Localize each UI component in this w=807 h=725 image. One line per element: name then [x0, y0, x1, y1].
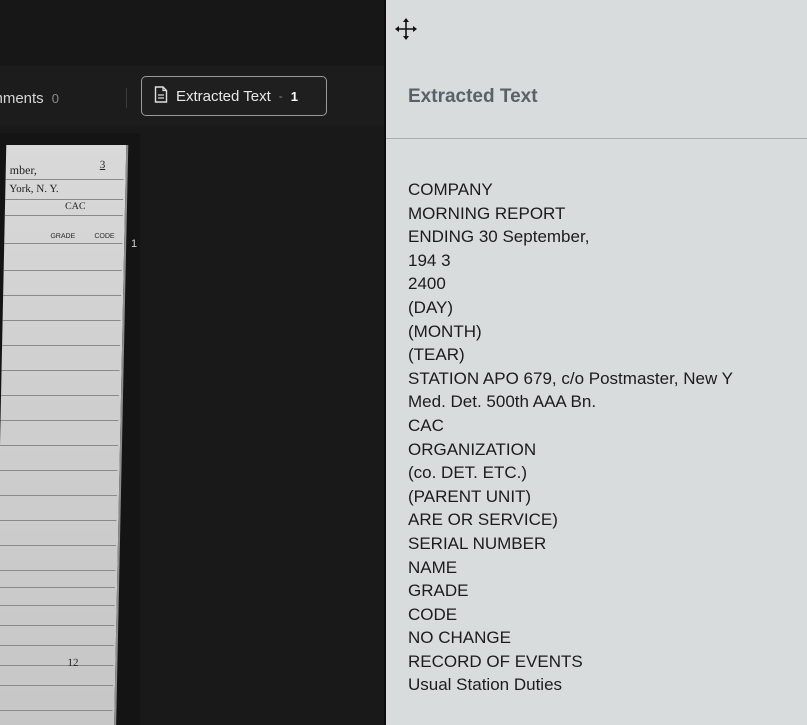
- doc-text-year: 3: [99, 159, 106, 171]
- tab-comments[interactable]: omments 0: [0, 84, 59, 112]
- extracted-text-line: MORNING REPORT: [408, 203, 566, 223]
- doc-text-date: mber,: [9, 163, 38, 177]
- doc-code-header: CODE: [94, 233, 115, 240]
- doc-rule: [0, 470, 118, 471]
- doc-rule: [4, 243, 123, 244]
- doc-rule: [0, 710, 113, 711]
- extracted-text-line: (PARENT UNIT): [408, 486, 532, 506]
- panel-header: Extracted Text: [386, 70, 807, 139]
- extracted-text-line: Med. Det. 500th AAA Bn.: [408, 392, 597, 412]
- doc-rule: [2, 320, 121, 321]
- document-page: mber, 3 York, N. Y. CAC GRADE CODE 12: [0, 145, 129, 725]
- doc-rule: [5, 179, 124, 180]
- tab-extracted-text[interactable]: Extracted Text - 1: [141, 76, 327, 116]
- extracted-text-line: SERIAL NUMBER: [408, 533, 547, 553]
- doc-rule: [3, 295, 122, 296]
- extracted-text-line: (MONTH): [408, 321, 482, 341]
- doc-rule: [0, 625, 115, 626]
- doc-rule: [0, 685, 113, 686]
- extracted-text-panel: Extracted Text COMPANY MORNING REPORT ENDI…: [386, 0, 807, 725]
- extracted-text-line: NO CHANGE: [408, 628, 511, 648]
- document-viewer: omments 0 Extracted Text - 1 mber, 3 Yor…: [0, 0, 384, 725]
- doc-rule: [2, 345, 121, 346]
- doc-text-branch: CAC: [64, 201, 86, 212]
- doc-rule: [0, 420, 119, 421]
- extracted-text-line: Usual Station Duties: [408, 675, 563, 695]
- extracted-text-line: ARE OR SERVICE): [408, 510, 558, 530]
- document-icon: [154, 85, 168, 107]
- extracted-text-line: 2400: [408, 274, 446, 294]
- extracted-text-line: ENDING 30 September,: [408, 227, 590, 247]
- viewer-top-bar: [0, 0, 384, 67]
- doc-rule: [0, 587, 116, 588]
- doc-rule: [0, 445, 119, 446]
- doc-grade-header: GRADE: [50, 233, 76, 240]
- extracted-text-line: NAME: [408, 557, 458, 577]
- move-arrows-icon[interactable]: [394, 17, 418, 41]
- tab-extracted-text-label: Extracted Text: [176, 87, 271, 105]
- doc-rule: [0, 645, 114, 646]
- extracted-text-body: COMPANY MORNING REPORT ENDING 30 September…: [408, 178, 807, 697]
- doc-rule: [5, 199, 124, 200]
- extracted-text-line: COMPANY: [408, 180, 493, 199]
- extracted-text-line: ORGANIZATION: [408, 439, 537, 459]
- doc-rule: [1, 395, 120, 396]
- tab-comments-count: 0: [51, 90, 59, 106]
- extracted-text-line: CODE: [408, 604, 458, 624]
- doc-text-value: 12: [67, 657, 79, 669]
- scanned-document-image[interactable]: mber, 3 York, N. Y. CAC GRADE CODE 12 1: [0, 133, 140, 725]
- doc-text-station: York, N. Y.: [9, 183, 59, 195]
- doc-rule: [0, 495, 117, 496]
- doc-rule: [4, 215, 123, 216]
- panel-title: Extracted Text: [408, 86, 538, 107]
- tab-count-separator: -: [278, 89, 283, 103]
- doc-margin-number: 1: [131, 238, 138, 250]
- extracted-text-line: (TEAR): [408, 345, 465, 365]
- tab-comments-label: omments: [0, 89, 44, 107]
- extracted-text-line: (co. DET. ETC.): [408, 463, 528, 483]
- doc-rule: [0, 520, 117, 521]
- extracted-text-line: (DAY): [408, 297, 454, 317]
- doc-rule: [0, 605, 115, 606]
- doc-rule: [0, 545, 116, 546]
- doc-rule: [3, 270, 122, 271]
- tab-extracted-text-count: 1: [290, 88, 299, 104]
- extracted-text-line: CAC: [408, 415, 444, 435]
- doc-rule: [0, 665, 114, 666]
- tab-separator: [126, 88, 127, 108]
- extracted-text-line: STATION APO 679, c/o Postmaster, New Y: [408, 368, 734, 388]
- extracted-text-line: RECORD OF EVENTS: [408, 651, 583, 671]
- doc-rule: [0, 570, 116, 571]
- doc-rule: [1, 370, 120, 371]
- extracted-text-line: 194 3: [408, 250, 451, 270]
- extracted-text-line: GRADE: [408, 581, 469, 601]
